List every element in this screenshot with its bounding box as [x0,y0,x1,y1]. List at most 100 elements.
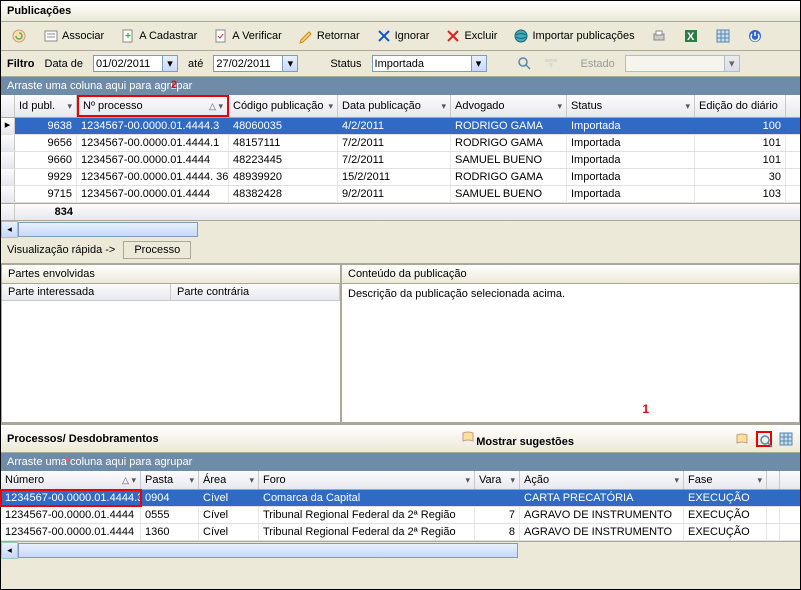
processos-section-title: Processos/ Desdobramentos Mostrar sugest… [1,424,800,453]
col-codigo[interactable]: Código publicação▾ [229,95,338,117]
col2-area[interactable]: Área▾ [199,471,259,489]
power-button[interactable] [743,26,767,46]
col-advogado[interactable]: Advogado▾ [451,95,567,117]
data-de-input[interactable] [93,55,163,72]
globe-icon [513,28,529,44]
book-icon [460,429,476,445]
processos-title-text: Processos/ Desdobramentos [7,433,159,445]
conteudo-body: Descrição da publicação selecionada acim… [342,284,799,422]
status-dropdown[interactable]: ▾ [472,55,487,72]
ignorar-button[interactable]: Ignorar [372,26,434,46]
conteudo-title: Conteúdo da publicação [342,265,799,284]
estado-select [625,55,725,72]
x-red-icon [445,28,461,44]
table-row[interactable]: 9660 1234567-00.0000.01.4444 48223445 7/… [1,152,800,169]
grid-icon [715,28,731,44]
scroll-thumb[interactable] [18,222,198,237]
scroll-left-2[interactable]: ◂ [1,542,18,559]
excel-icon: X [683,28,699,44]
mostrar-label: Mostrar sugestões [476,436,574,448]
retornar-button[interactable]: Retornar [294,26,364,46]
col-parte-interessada[interactable]: Parte interessada [2,284,171,300]
col-status[interactable]: Status▾ [567,95,695,117]
pencil-icon [298,28,314,44]
search-icon[interactable] [517,56,533,72]
col-edicao[interactable]: Edição do diário [695,95,786,117]
col-data[interactable]: Data publicação▾ [338,95,451,117]
importar-label: Importar publicações [532,30,634,42]
sort-indicator-icon: ▾ [65,455,70,466]
ate-input[interactable] [213,55,283,72]
grid-button[interactable] [711,26,735,46]
grid-icon-2[interactable] [778,431,794,447]
col-id-publ[interactable]: Id publ.▾ [15,95,77,117]
toolbar: Associar A Cadastrar A Verificar Retorna… [1,22,800,51]
table-row[interactable]: 9929 1234567-00.0000.01.4444. 36 4893992… [1,169,800,186]
col2-numero[interactable]: Número△ ▾ [1,471,141,489]
col2-pasta[interactable]: Pasta▾ [141,471,199,489]
col-n-processo[interactable]: Nº processo△ ▾ [77,95,229,117]
data-de-label: Data de [45,58,84,70]
col2-fase[interactable]: Fase▾ [684,471,767,489]
annotation-1: 1 [642,402,649,416]
group-by-bar-2[interactable]: Arraste uma coluna aqui para agrupar ▾ [1,453,800,471]
excluir-button[interactable]: Excluir [441,26,501,46]
mostrar-sugestoes-button[interactable]: Mostrar sugestões [460,429,574,448]
retornar-label: Retornar [317,30,360,42]
partes-title: Partes envolvidas [2,265,340,284]
book-icon-2[interactable] [734,431,750,447]
search-icon-2[interactable] [756,431,772,447]
ate-label: até [188,58,203,70]
excluir-label: Excluir [464,30,497,42]
quick-view-label: Visualização rápida -> [7,244,115,256]
table-row[interactable]: ▸ 9638 1234567-00.0000.01.4444.3 4806003… [1,118,800,135]
window-title: Publicações [1,1,800,22]
col2-vara[interactable]: Vara▾ [475,471,520,489]
group-by-text: Arraste uma coluna aqui para agrupar [7,80,192,92]
table-row[interactable]: 1234567-00.0000.01.4444 1360 Cível Tribu… [1,524,800,541]
svg-text:X: X [687,31,695,43]
filtro-label: Filtro [7,58,35,70]
col2-foro[interactable]: Foro▾ [259,471,475,489]
importar-button[interactable]: Importar publicações [509,26,638,46]
print-button[interactable] [647,26,671,46]
clear-filter-icon[interactable] [543,56,559,72]
group-by-bar[interactable]: Arraste uma coluna aqui para agrupar 2 [1,77,800,95]
scroll-thumb-2[interactable] [18,543,518,558]
verificar-button[interactable]: A Verificar [209,26,286,46]
doc-check-icon [213,28,229,44]
estado-dropdown: ▾ [725,55,740,72]
quick-view-tab-processo[interactable]: Processo [123,241,191,259]
x-blue-icon [376,28,392,44]
ate-dropdown[interactable]: ▾ [283,55,298,72]
associar-button[interactable]: Associar [39,26,108,46]
table-row[interactable]: 9715 1234567-00.0000.01.4444 48382428 9/… [1,186,800,203]
scroll-left[interactable]: ◂ [1,221,18,238]
col2-extra[interactable] [767,471,780,489]
detail-panels: Partes envolvidas Parte interessada Part… [1,264,800,424]
grid2-hscroll[interactable]: ◂ [1,541,800,558]
estado-label: Estado [581,58,615,70]
group-by-text-2: Arraste uma coluna aqui para agrupar [7,456,192,468]
conteudo-panel: Conteúdo da publicação Descrição da publ… [341,264,800,423]
ignorar-label: Ignorar [395,30,430,42]
table-row[interactable]: 9656 1234567-00.0000.01.4444.1 48157111 … [1,135,800,152]
doc-plus-icon [120,28,136,44]
cadastrar-label: A Cadastrar [139,30,197,42]
data-de-dropdown[interactable]: ▾ [163,55,178,72]
annotation-2: 2 [171,79,177,91]
table-row[interactable]: 1234567-00.0000.01.4444.3 0904 Cível Com… [1,490,800,507]
excel-button[interactable]: X [679,26,703,46]
col2-acao[interactable]: Ação▾ [520,471,684,489]
refresh-button[interactable] [7,26,31,46]
associar-label: Associar [62,30,104,42]
verificar-label: A Verificar [232,30,282,42]
col-parte-contraria[interactable]: Parte contrária [171,284,340,300]
book-refresh-icon [11,28,27,44]
grid1-hscroll[interactable]: ◂ [1,220,800,237]
status-select[interactable] [372,55,472,72]
table-row[interactable]: 1234567-00.0000.01.4444 0555 Cível Tribu… [1,507,800,524]
link-icon [43,28,59,44]
cadastrar-button[interactable]: A Cadastrar [116,26,201,46]
status-label: Status [330,58,361,70]
